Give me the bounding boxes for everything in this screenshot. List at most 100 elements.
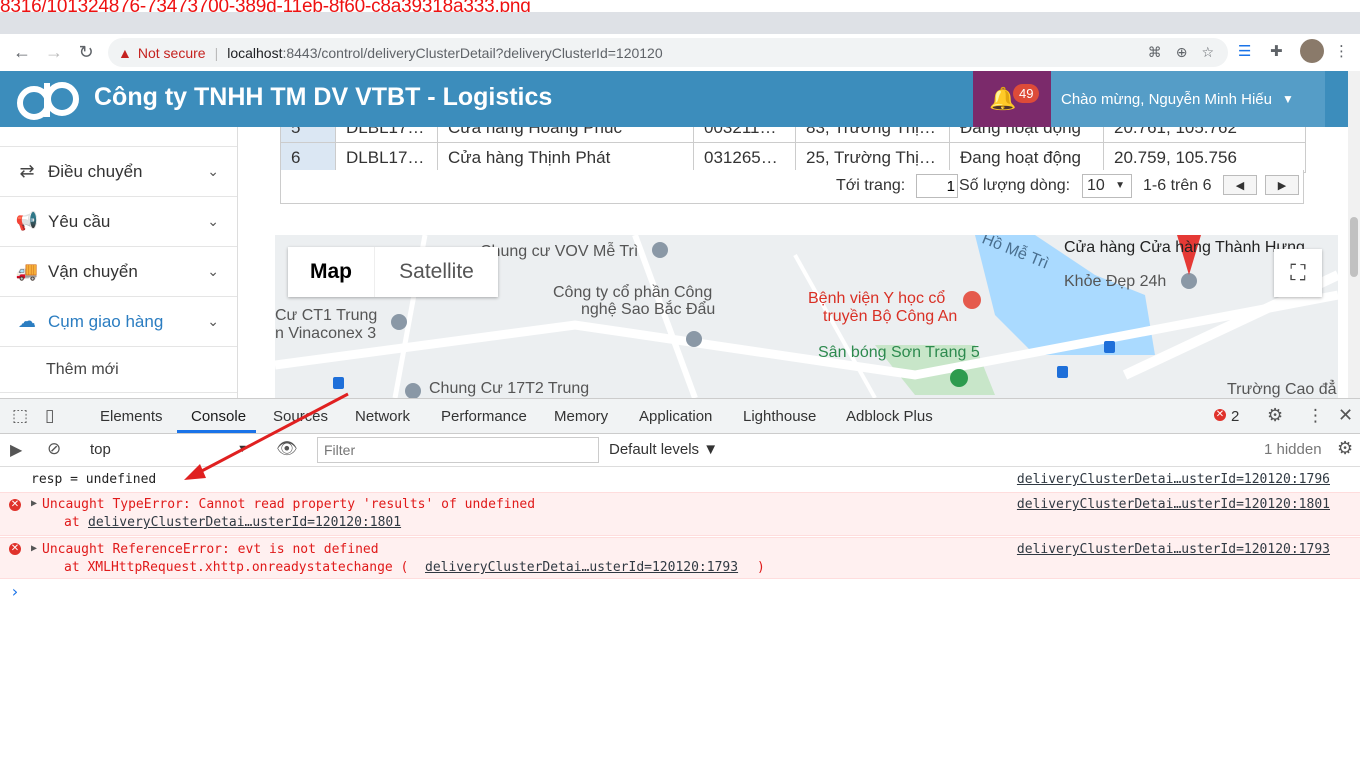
- error-source-link[interactable]: deliveryClusterDetai…usterId=120120:1793: [1017, 542, 1330, 557]
- security-label: Not secure: [137, 44, 206, 61]
- table-cell: DLBL17…: [335, 142, 438, 173]
- map-type-satellite-button[interactable]: Satellite: [374, 247, 498, 297]
- table-cell: 25, Trường Thị…: [795, 142, 950, 173]
- context-value: top: [90, 441, 111, 458]
- star-icon[interactable]: ☆: [1201, 44, 1214, 61]
- map-pin-icon[interactable]: [686, 331, 702, 347]
- app-header: Công ty TNHH TM DV VTBT - Logistics 🔔 49…: [0, 71, 1360, 127]
- bus-stop-icon[interactable]: [333, 377, 344, 389]
- sidebar-item-shipping[interactable]: 🚚 Vận chuyển ⌄: [0, 247, 237, 297]
- console-toolbar: ▶ ⊘ top ▼ 👁 Default levels ▼ 1 hidden ⚙: [0, 434, 1360, 467]
- sidebar-item-requests[interactable]: 📢 Yêu cầu ⌄: [0, 197, 237, 247]
- inspect-icon[interactable]: ⬚: [12, 406, 28, 426]
- next-page-button[interactable]: ▶: [1265, 175, 1299, 195]
- clear-console-icon[interactable]: ⊘: [47, 439, 61, 459]
- error-count[interactable]: 2: [1231, 408, 1239, 425]
- map-label: Cửa hàng Cửa hàng Thành Hưng: [1064, 239, 1305, 256]
- error-stack-link[interactable]: deliveryClusterDetai…usterId=120120:1801: [88, 515, 401, 530]
- tab-console[interactable]: Console: [191, 408, 246, 425]
- table-cell: Đang hoạt động: [949, 142, 1104, 173]
- map-pin-icon[interactable]: [652, 242, 668, 258]
- tab-application[interactable]: Application: [639, 408, 712, 425]
- log-source-link[interactable]: deliveryClusterDetai…usterId=120120:1796: [1017, 472, 1330, 487]
- tab-adblock-plus[interactable]: Adblock Plus: [846, 408, 933, 425]
- park-pin-icon[interactable]: [950, 369, 968, 387]
- table-row[interactable]: 6 DLBL17… Cửa hàng Thịnh Phát 031265… 25…: [280, 142, 1306, 173]
- sidebar-item-delivery-cluster[interactable]: ☁ Cụm giao hàng ⌄: [0, 297, 237, 347]
- tab-memory[interactable]: Memory: [554, 408, 608, 425]
- url-path: :8443/control/deliveryClusterDetail?deli…: [282, 44, 663, 61]
- url-host: localhost: [227, 44, 283, 61]
- sidebar-item-partial[interactable]: [0, 127, 237, 147]
- tab-lighthouse[interactable]: Lighthouse: [743, 408, 816, 425]
- table-row[interactable]: 5 DLBL17… Cửa hàng Hoàng Phúc 003211… 83…: [280, 127, 1306, 143]
- scrollbar-thumb[interactable]: [1350, 217, 1358, 277]
- fullscreen-icon[interactable]: ⛶: [1274, 249, 1322, 297]
- console-prompt[interactable]: ›: [0, 582, 1360, 602]
- omnibox-divider: |: [214, 44, 219, 61]
- sidebar-item-label: Điều chuyển: [48, 161, 143, 181]
- devtools-tabbar: ⬚ ▯ Elements Console Sources Network Per…: [0, 398, 1360, 434]
- rows-per-page-label: Số lượng dòng:: [959, 177, 1071, 194]
- eye-icon[interactable]: 👁: [276, 439, 298, 459]
- gear-icon[interactable]: ⚙: [1267, 405, 1283, 426]
- map-view[interactable]: Chung cư VOV Mễ Trì Công ty cổ phần Công…: [275, 235, 1338, 398]
- map-label: nghệ Sao Bắc Đẩu: [581, 301, 716, 318]
- filter-input[interactable]: [317, 437, 599, 463]
- profile-avatar[interactable]: [1300, 39, 1324, 63]
- goto-page-label: Tới trang:: [836, 177, 906, 194]
- cluster-table: 5 DLBL17… Cửa hàng Hoàng Phúc 003211… 83…: [280, 127, 1306, 173]
- expand-triangle-icon[interactable]: ▶: [31, 498, 37, 509]
- rows-per-page-select[interactable]: 10 ▼: [1082, 174, 1132, 198]
- hidden-count: 1 hidden: [1264, 441, 1322, 458]
- sidebar-subitem-add-new[interactable]: Thêm mới: [0, 347, 237, 393]
- forward-icon[interactable]: →: [38, 37, 70, 69]
- page-scrollbar[interactable]: [1348, 71, 1360, 398]
- tab-strip: [0, 12, 1360, 34]
- console-settings-icon[interactable]: ⚙: [1337, 438, 1353, 459]
- map-label: truyền Bộ Công An: [823, 308, 958, 325]
- tab-network[interactable]: Network: [355, 408, 410, 425]
- map-type-map-button[interactable]: Map: [288, 247, 374, 297]
- cloud-icon: ☁: [18, 311, 36, 331]
- device-toggle-icon[interactable]: ▯: [45, 406, 54, 426]
- sidebar-toggle-icon[interactable]: ▶: [10, 440, 22, 460]
- more-icon[interactable]: ⋮: [1307, 406, 1324, 426]
- rows-per-page-value: 10: [1087, 177, 1105, 194]
- error-source-link[interactable]: deliveryClusterDetai…usterId=120120:1801: [1017, 497, 1330, 512]
- sidebar-item-transfer[interactable]: ⇄ Điều chuyển ⌄: [0, 147, 237, 197]
- user-greeting: Chào mừng, Nguyễn Minh Hiếu: [1061, 90, 1272, 108]
- zoom-icon[interactable]: ⊕: [1176, 44, 1188, 61]
- map-pin-icon[interactable]: [405, 383, 421, 398]
- table-cell: 83, Trường Thị…: [795, 127, 950, 143]
- menu-icon[interactable]: ⋮: [1334, 39, 1349, 63]
- tab-sources[interactable]: Sources: [273, 408, 328, 425]
- translate-icon[interactable]: ⌘: [1148, 44, 1162, 61]
- list-icon[interactable]: ☰: [1238, 39, 1251, 63]
- omnibox[interactable]: ▲ Not secure | localhost:8443/control/de…: [108, 38, 1228, 67]
- back-icon[interactable]: ←: [6, 37, 38, 69]
- error-icon: ✕: [9, 543, 21, 555]
- user-menu[interactable]: Chào mừng, Nguyễn Minh Hiếu ▼: [1051, 71, 1325, 127]
- goto-page-input[interactable]: [916, 174, 958, 198]
- exchange-icon: ⇄: [19, 161, 35, 181]
- puzzle-icon[interactable]: ✚: [1270, 39, 1283, 63]
- notification-button[interactable]: 🔔 49: [973, 71, 1051, 127]
- bus-stop-icon[interactable]: [1057, 366, 1068, 378]
- prev-page-button[interactable]: ◀: [1223, 175, 1257, 195]
- default-levels-select[interactable]: Default levels ▼: [609, 441, 718, 458]
- map-pin-icon[interactable]: [391, 314, 407, 330]
- expand-triangle-icon[interactable]: ▶: [31, 543, 37, 554]
- bus-stop-icon[interactable]: [1104, 341, 1115, 353]
- caret-down-icon: ▼: [1281, 92, 1294, 106]
- close-icon[interactable]: ✕: [1338, 405, 1353, 426]
- context-select[interactable]: top ▼: [80, 438, 252, 462]
- tab-performance[interactable]: Performance: [441, 408, 527, 425]
- console-log-line: resp = undefined deliveryClusterDetai…us…: [0, 472, 1360, 492]
- tab-elements[interactable]: Elements: [100, 408, 163, 425]
- chevron-down-icon: ⌄: [207, 313, 219, 329]
- reload-icon[interactable]: ↻: [70, 37, 102, 69]
- error-stack-link[interactable]: deliveryClusterDetai…usterId=120120:1793: [425, 560, 738, 575]
- map-pin-icon[interactable]: [1181, 273, 1197, 289]
- hospital-pin-icon[interactable]: [963, 291, 981, 309]
